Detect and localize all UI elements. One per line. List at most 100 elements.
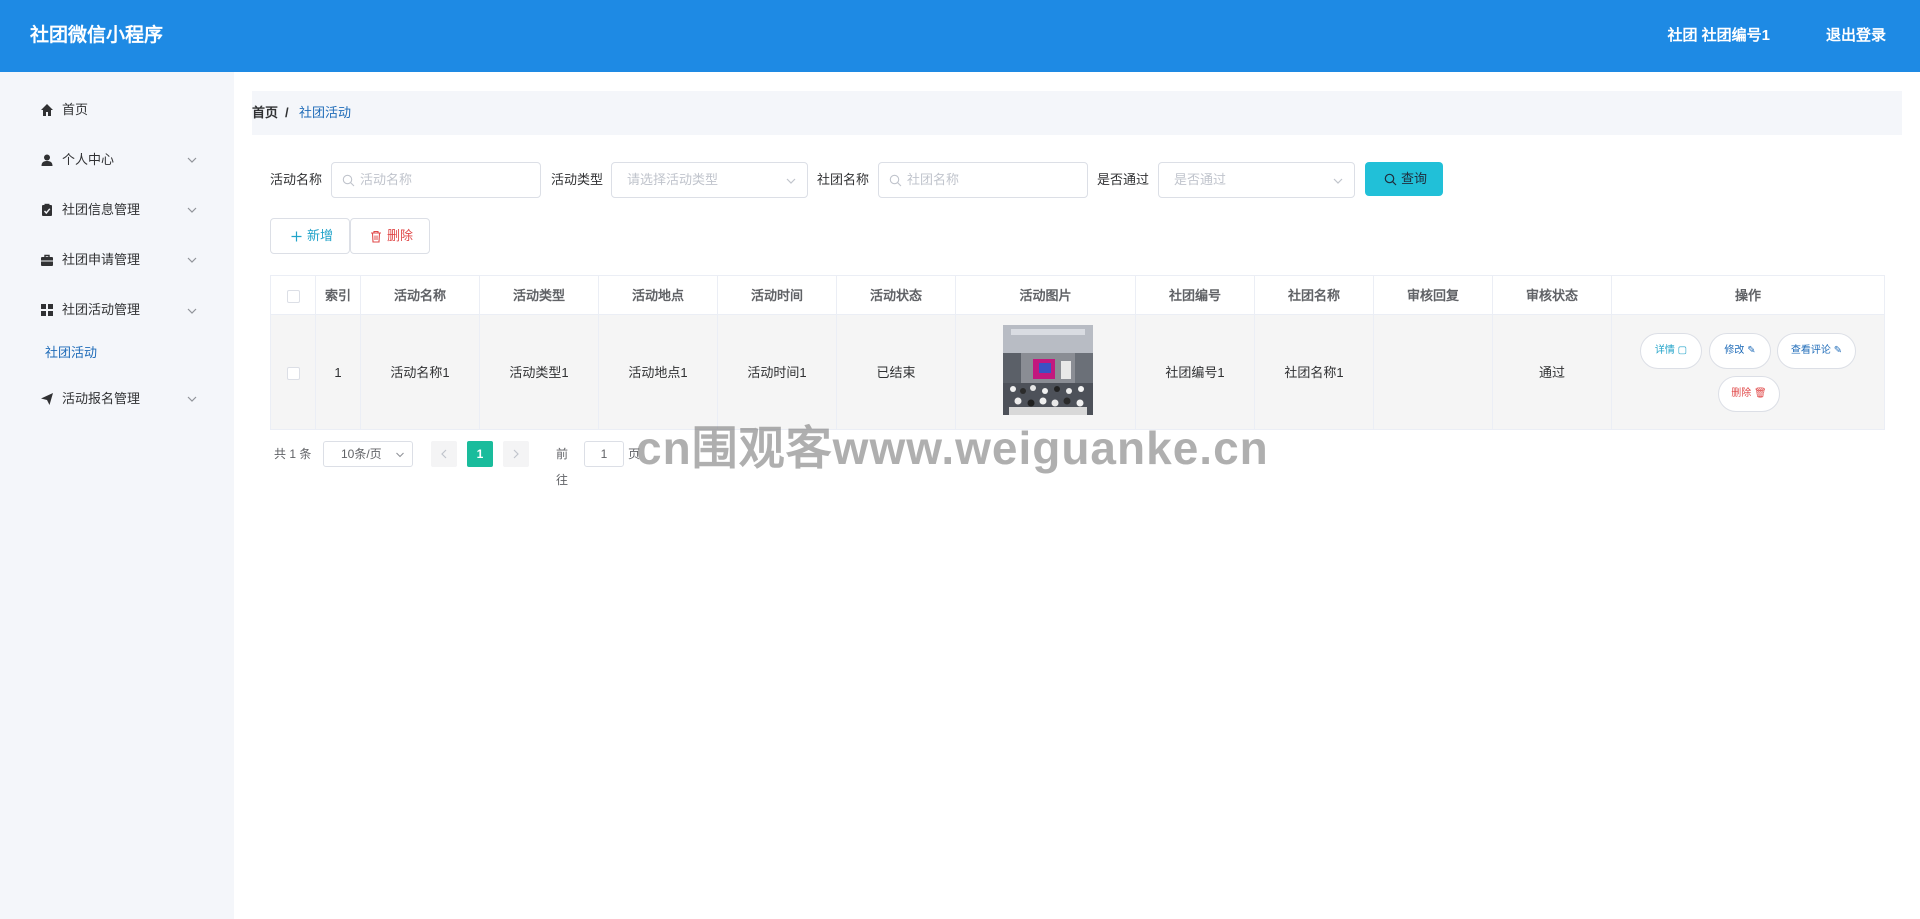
detail-button[interactable]: 详情 ▢ [1640, 333, 1702, 369]
page-number-button[interactable]: 1 [467, 441, 493, 467]
cell-activity-type: 活动类型1 [480, 315, 599, 430]
user-icon [41, 154, 53, 166]
row-delete-button[interactable]: 删除 🗑 [1718, 376, 1780, 412]
search-icon [1384, 173, 1397, 186]
plus-icon [291, 231, 302, 242]
sidebar-item-label: 个人中心 [62, 152, 115, 167]
next-page-button[interactable] [503, 441, 529, 467]
chevron-up-icon [187, 308, 197, 314]
sidebar-item-club-info[interactable]: 社团信息管理 [0, 190, 234, 230]
edit-icon: ✎ [1833, 345, 1843, 356]
total-count: 共 1 条 [274, 447, 312, 461]
current-user-label: 社团 社团编号1 [1667, 27, 1770, 44]
query-button-label: 查询 [1401, 171, 1428, 186]
logout-link[interactable]: 退出登录 [1826, 0, 1886, 72]
view-comments-button[interactable]: 查看评论 ✎ [1777, 333, 1856, 369]
cell-review-status: 通过 [1493, 315, 1612, 430]
detail-button-label: 详情 [1654, 345, 1675, 356]
sidebar-item-personal-center[interactable]: 个人中心 [0, 140, 234, 180]
briefcase-icon [41, 254, 53, 266]
column-header[interactable]: 活动时间 [718, 275, 837, 315]
chevron-down-icon [187, 157, 197, 163]
column-header[interactable]: 社团编号 [1136, 275, 1255, 315]
sidebar: 首页 个人中心 社团信息管理 社团申请管理 社团活动管理 社团活动 活动报名管理 [0, 72, 234, 919]
select-all-checkbox[interactable] [286, 290, 300, 304]
document-icon: ▢ [1677, 345, 1688, 356]
query-button[interactable]: 查询 [1365, 162, 1443, 196]
column-header: 操作 [1612, 275, 1885, 315]
search-icon [342, 174, 355, 187]
page-size-value: 10条/页 [341, 447, 382, 461]
prev-page-button[interactable] [431, 441, 457, 467]
sidebar-item-label: 活动报名管理 [62, 391, 141, 406]
sidebar-item-label: 社团信息管理 [62, 202, 141, 217]
activity-name-label: 活动名称 [270, 172, 323, 187]
column-header[interactable]: 审核回复 [1374, 275, 1493, 315]
search-icon [889, 174, 902, 187]
breadcrumb: 首页 / 社团活动 [252, 91, 1902, 135]
trash-icon [371, 230, 381, 243]
app-title: 社团微信小程序 [30, 25, 164, 46]
add-button[interactable]: 新增 [270, 218, 350, 254]
chevron-right-icon [513, 449, 519, 459]
activity-name-placeholder: 活动名称 [360, 172, 413, 187]
column-header[interactable]: 活动类型 [480, 275, 599, 315]
club-name-input[interactable]: 社团名称 [878, 162, 1088, 198]
page-size-select[interactable]: 10条/页 [323, 441, 413, 467]
sidebar-item-club-application[interactable]: 社团申请管理 [0, 240, 234, 280]
delete-button-label: 删除 [387, 228, 414, 243]
breadcrumb-current: 社团活动 [299, 105, 352, 120]
edit-button-label: 修改 [1724, 345, 1745, 356]
cell-review-reply [1374, 315, 1493, 430]
sidebar-item-label: 社团申请管理 [62, 252, 141, 267]
cell-index: 1 [316, 315, 361, 430]
column-header[interactable]: 活动名称 [361, 275, 480, 315]
sidebar-item-label: 首页 [62, 102, 89, 117]
column-header[interactable]: 活动地点 [599, 275, 718, 315]
activity-type-select[interactable]: 请选择活动类型 [611, 162, 808, 198]
activity-photo[interactable] [1003, 325, 1093, 415]
home-icon [41, 104, 53, 116]
row-select-cell [270, 315, 316, 430]
select-all-header [270, 275, 316, 315]
approved-placeholder: 是否通过 [1174, 172, 1227, 187]
chevron-down-icon [786, 178, 796, 184]
sidebar-item-label: 社团活动管理 [62, 302, 141, 317]
approved-label: 是否通过 [1097, 172, 1150, 187]
chevron-down-icon [187, 257, 197, 263]
sidebar-subitem-club-activity[interactable]: 社团活动 [45, 338, 205, 368]
club-name-label: 社团名称 [817, 172, 870, 187]
column-header[interactable]: 审核状态 [1493, 275, 1612, 315]
column-header[interactable]: 社团名称 [1255, 275, 1374, 315]
page-jump-input[interactable]: 1 [584, 441, 624, 467]
chevron-down-icon [187, 207, 197, 213]
delete-button[interactable]: 删除 [350, 218, 430, 254]
activity-name-input[interactable]: 活动名称 [331, 162, 541, 198]
approved-select[interactable]: 是否通过 [1158, 162, 1355, 198]
activity-type-placeholder: 请选择活动类型 [627, 172, 719, 187]
top-header: 社团微信小程序 社团 社团编号1 退出登录 [0, 0, 1920, 72]
send-icon [41, 393, 53, 405]
column-header[interactable]: 索引 [316, 275, 361, 315]
cell-activity-name: 活动名称1 [361, 315, 480, 430]
breadcrumb-home[interactable]: 首页 [252, 91, 278, 135]
sidebar-item-activity-signup[interactable]: 活动报名管理 [0, 379, 234, 419]
row-delete-button-label: 删除 [1731, 388, 1752, 399]
grid-icon [41, 304, 53, 316]
trash-icon: 🗑 [1754, 388, 1767, 399]
chevron-down-icon [187, 396, 197, 402]
sidebar-item-home[interactable]: 首页 [0, 90, 234, 130]
edit-button[interactable]: 修改 ✎ [1709, 333, 1771, 369]
column-header[interactable]: 活动图片 [956, 275, 1136, 315]
watermark: cn围观客www.weiguanke.cn [636, 422, 1269, 474]
club-name-placeholder: 社团名称 [907, 172, 960, 187]
activity-table: 索引 活动名称 活动类型 活动地点 活动时间 活动状态 活动图片 社团编号 社团… [270, 275, 1885, 430]
cell-club-name: 社团名称1 [1255, 315, 1374, 430]
sidebar-item-club-activity[interactable]: 社团活动管理 [0, 290, 234, 330]
activity-type-label: 活动类型 [551, 172, 604, 187]
column-header[interactable]: 活动状态 [837, 275, 956, 315]
clipboard-icon [42, 203, 52, 216]
row-checkbox[interactable] [286, 367, 300, 381]
edit-icon: ✎ [1747, 345, 1756, 356]
chevron-down-icon [1333, 178, 1343, 184]
